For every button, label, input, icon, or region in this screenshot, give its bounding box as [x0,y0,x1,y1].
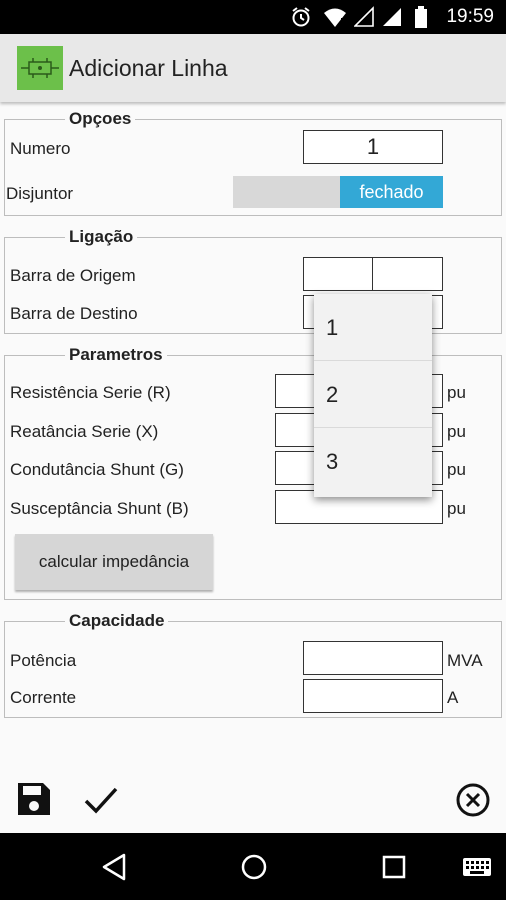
disjuntor-toggle[interactable]: fechado [233,176,443,208]
resistencia-label: Resistência Serie (R) [10,383,171,402]
opcoes-legend: Opçoes [65,109,136,129]
navigation-bar [0,833,506,900]
clock: 19:59 [446,6,494,27]
app-bar: Adicionar Linha [0,34,506,102]
dropdown-option[interactable]: 3 [314,428,432,495]
disjuntor-state: fechado [340,176,443,208]
check-icon[interactable] [83,784,119,816]
resistencia-unit: pu [447,383,466,402]
barra-origem-select[interactable] [303,257,443,291]
barra-destino-label: Barra de Destino [10,304,138,323]
potencia-unit: MVA [447,651,483,670]
parametros-legend: Parametros [65,345,167,365]
keyboard-icon[interactable] [462,857,492,877]
back-icon[interactable] [101,853,127,881]
recents-icon[interactable] [381,854,407,880]
circuit-app-icon [17,46,63,90]
close-circle-icon[interactable] [455,782,491,818]
save-icon[interactable] [16,781,52,817]
calcular-impedancia-button[interactable]: calcular impedância [15,534,213,590]
wifi-icon [324,8,346,27]
potencia-input[interactable] [303,641,443,675]
reatancia-label: Reatância Serie (X) [10,422,159,441]
corrente-input[interactable] [303,679,443,713]
numero-label: Numero [10,139,71,158]
condutancia-unit: pu [447,460,466,479]
opcoes-group: Opçoes Numero 1 Disjuntor fechado [4,109,502,216]
susceptancia-unit: pu [447,499,466,518]
capacidade-legend: Capacidade [65,611,169,631]
corrente-unit: A [447,688,459,707]
corrente-label: Corrente [10,688,77,707]
dropdown-option[interactable]: 1 [314,294,432,361]
numero-input[interactable]: 1 [303,130,443,164]
ligacao-legend: Ligação [65,227,138,247]
reatancia-unit: pu [447,422,466,441]
page-title: Adicionar Linha [69,55,228,81]
barra-origem-label: Barra de Origem [10,266,136,285]
potencia-label: Potência [10,651,77,670]
barra-destino-dropdown: 1 2 3 [314,294,432,497]
disjuntor-label: Disjuntor [6,184,74,203]
battery-icon [415,6,427,28]
susceptancia-label: Susceptância Shunt (B) [10,499,189,518]
signal-icon [354,6,374,27]
home-icon[interactable] [240,853,268,881]
signal-icon [383,8,401,26]
status-bar: 19:59 [0,0,506,34]
dropdown-option[interactable]: 2 [314,361,432,428]
capacidade-group: Capacidade Potência MVA Corrente A [4,611,502,718]
condutancia-label: Condutância Shunt (G) [10,460,184,479]
alarm-icon [292,7,310,27]
barra-origem-divider [372,258,373,290]
